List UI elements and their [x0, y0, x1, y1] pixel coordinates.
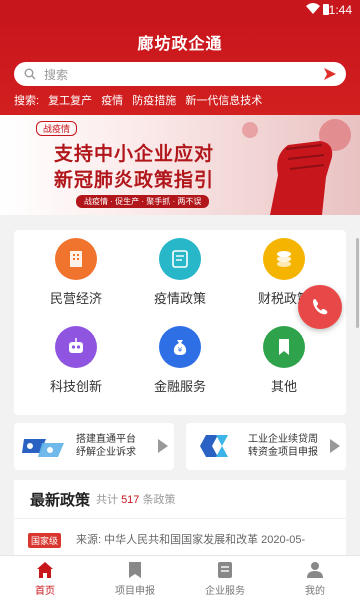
tab-label: 企业服务: [205, 586, 245, 597]
card-loan-renewal[interactable]: 工业企业续贷周 转资金项目申报: [186, 423, 346, 470]
bottom-tab-bar: 首页 项目申报 企业服务 我的: [0, 555, 360, 600]
tab-label: 我的: [305, 586, 325, 597]
hot-search: 搜索: 复工复产 疫情 防疫措施 新一代信息技术: [14, 92, 268, 108]
scrollbar[interactable]: [356, 238, 359, 328]
chevron-right-icon: [158, 439, 168, 453]
hot-term[interactable]: 复工复产: [48, 95, 92, 107]
money-bag-icon: ¥: [159, 326, 201, 368]
search-input[interactable]: 搜索: [44, 66, 68, 83]
category-label: 金融服务: [153, 379, 206, 394]
tab-label: 首页: [35, 586, 55, 597]
category-label: 疫情政策: [153, 291, 206, 306]
app-title: 廊坊政企通: [137, 36, 223, 53]
policy-count: 共计 517 条政策: [96, 494, 176, 506]
level-badge: 国家级: [28, 533, 62, 548]
robot-icon: [55, 326, 97, 368]
category-private-economy[interactable]: 民营经济: [26, 238, 126, 307]
card-text: 搭建直通平台 纾解企业诉求: [76, 434, 136, 458]
card-text: 工业企业续贷周 转资金项目申报: [248, 434, 318, 458]
category-epidemic-policy[interactable]: 疫情政策: [130, 238, 230, 307]
phone-icon: [313, 299, 328, 315]
tab-label: 项目申报: [115, 586, 155, 597]
category-label: 民营经济: [49, 291, 102, 306]
tab-project-apply[interactable]: 项目申报: [90, 561, 180, 597]
banner-headline-1: 支持中小企业应对: [54, 144, 215, 165]
building-icon: [55, 238, 97, 280]
card-direct-platform[interactable]: 搭建直通平台 纾解企业诉求: [14, 423, 174, 470]
category-grid: 民营经济 疫情政策 财税政策 科技创新 ¥ 金融服务 其他: [14, 230, 346, 415]
hot-term[interactable]: 新一代信息技术: [185, 95, 262, 107]
banner-headline-2: 新冠肺炎政策指引: [54, 170, 215, 191]
hot-term[interactable]: 疫情: [101, 95, 123, 107]
bookmark-icon: [129, 562, 141, 578]
divider: [14, 518, 346, 519]
send-icon[interactable]: [324, 68, 336, 80]
platform-icon: [22, 439, 64, 457]
home-icon: [37, 562, 53, 578]
chevron-right-icon: [330, 439, 340, 453]
banner-subtitle: 战疫情 · 促生产 · 聚手抓 · 两不误: [76, 195, 210, 208]
status-time: 1:44: [328, 3, 352, 17]
user-icon: [307, 562, 323, 578]
coins-icon: [263, 238, 305, 280]
wifi-icon: [306, 3, 320, 14]
tab-enterprise-service[interactable]: 企业服务: [180, 561, 270, 597]
promo-banner[interactable]: 战疫情 支持中小企业应对 新冠肺炎政策指引 战疫情 · 促生产 · 聚手抓 · …: [0, 115, 360, 215]
search-icon: [24, 68, 36, 80]
section-title: 最新政策: [30, 492, 91, 509]
banner-tag: 战疫情: [36, 121, 78, 136]
search-bar[interactable]: 搜索: [14, 62, 346, 86]
category-label: 科技创新: [49, 379, 102, 394]
hot-term[interactable]: 防疫措施: [132, 95, 176, 107]
list-icon: [218, 562, 232, 578]
header: 廊坊政企通 搜索 搜索: 复工复产 疫情 防疫措施 新一代信息技术: [0, 20, 360, 115]
policy-item-source[interactable]: 来源: 中华人民共和国国家发展和改革 2020-05-: [76, 531, 336, 547]
latest-policy-section: 最新政策 共计 517 条政策 国家级 来源: 中华人民共和国国家发展和改革 2…: [14, 480, 346, 555]
fist-illustration: [242, 119, 351, 215]
category-label: 其他: [270, 379, 297, 394]
tab-home[interactable]: 首页: [0, 561, 90, 597]
status-bar: 1:44: [0, 0, 360, 20]
bookmark-icon: [263, 326, 305, 368]
document-icon: [159, 238, 201, 280]
tab-mine[interactable]: 我的: [270, 561, 360, 597]
svg-text:¥: ¥: [178, 346, 183, 354]
hot-search-label: 搜索:: [14, 95, 40, 107]
category-tech-innovation[interactable]: 科技创新: [26, 326, 126, 395]
call-button[interactable]: [298, 285, 342, 329]
loop-icon: [200, 435, 228, 457]
category-other[interactable]: 其他: [234, 326, 334, 395]
category-financial-services[interactable]: ¥ 金融服务: [130, 326, 230, 395]
